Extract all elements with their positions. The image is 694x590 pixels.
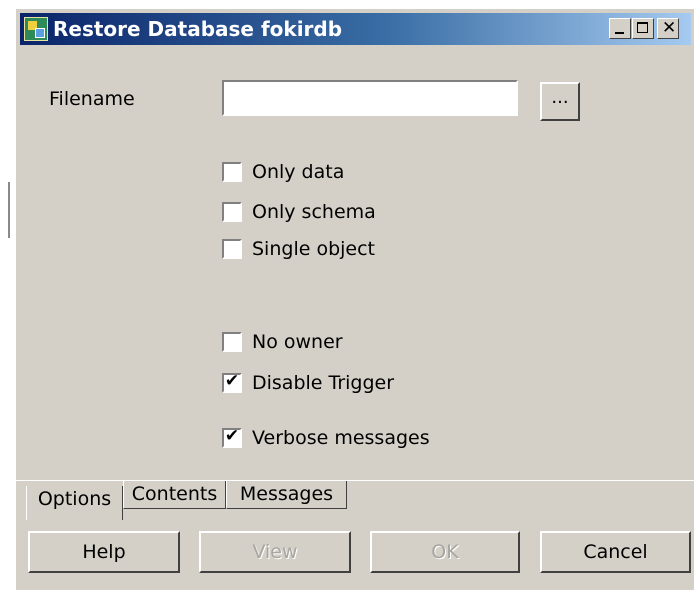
app-icon — [24, 17, 48, 41]
close-button[interactable]: ✕ — [657, 18, 679, 39]
view-button[interactable]: View — [199, 531, 351, 573]
verbose-messages-label: Verbose messages — [252, 427, 430, 449]
no-owner-checkbox[interactable] — [222, 332, 242, 352]
only-schema-label: Only schema — [252, 201, 376, 223]
background-edge — [8, 182, 10, 238]
disable-trigger-checkbox[interactable]: ✔ — [222, 371, 242, 393]
checkbox-mark: ✔ — [224, 371, 240, 391]
tab-strip-border — [16, 480, 694, 481]
tab-contents[interactable]: Contents — [123, 481, 226, 509]
tab-messages[interactable]: Messages — [226, 481, 347, 509]
window-title: Restore Database fokirdb — [53, 17, 343, 41]
disable-trigger-label: Disable Trigger — [252, 372, 395, 394]
checkbox-mark: ✔ — [224, 426, 240, 446]
minimize-button[interactable] — [609, 18, 631, 39]
filename-label: Filename — [49, 88, 135, 110]
only-data-label: Only data — [252, 161, 345, 183]
filename-input[interactable] — [222, 80, 518, 116]
tab-label: Contents — [131, 483, 218, 505]
close-icon: ✕ — [662, 18, 677, 38]
only-schema-checkbox[interactable] — [222, 202, 242, 222]
help-button[interactable]: Help — [28, 531, 180, 573]
ok-button[interactable]: OK — [370, 531, 520, 573]
maximize-button[interactable] — [632, 18, 654, 39]
title-bar[interactable]: Restore Database fokirdb ✕ — [20, 13, 691, 45]
no-owner-label: No owner — [252, 331, 343, 353]
restore-database-dialog: Restore Database fokirdb ✕ Filename ... … — [15, 8, 694, 590]
only-data-checkbox[interactable] — [222, 162, 242, 182]
tab-options[interactable]: Options — [26, 486, 123, 520]
tab-label: Options — [37, 488, 112, 510]
verbose-messages-checkbox[interactable]: ✔ — [222, 426, 242, 448]
single-object-label: Single object — [252, 238, 375, 260]
tab-label: Messages — [239, 483, 334, 505]
browse-button[interactable]: ... — [540, 82, 580, 121]
single-object-checkbox[interactable] — [222, 239, 242, 259]
cancel-button[interactable]: Cancel — [540, 531, 691, 573]
